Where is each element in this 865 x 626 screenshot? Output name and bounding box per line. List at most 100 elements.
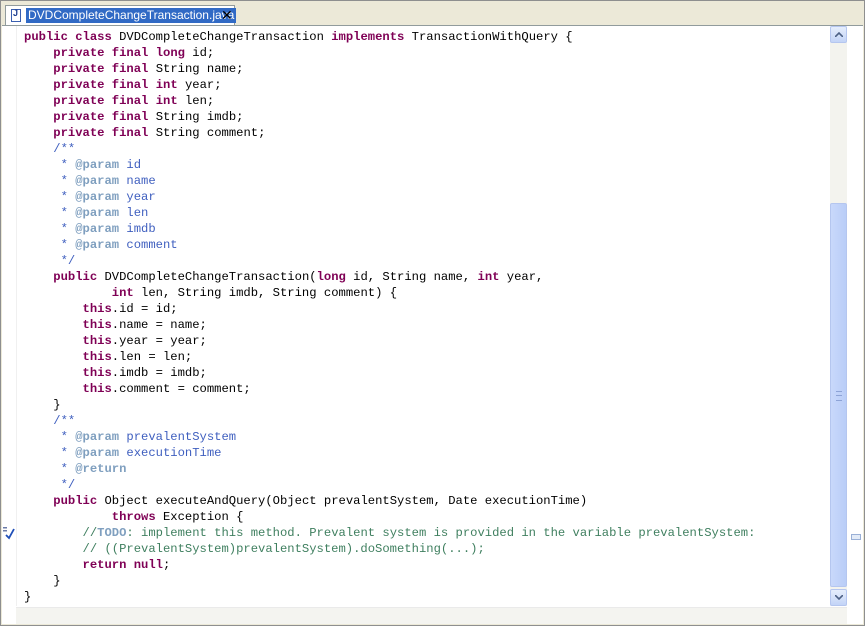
code-token: len, String imdb, String comment) { — [133, 286, 398, 300]
code-line[interactable]: private final long id; — [24, 45, 830, 61]
overview-task-marker[interactable] — [851, 534, 861, 540]
overview-ruler — [847, 26, 863, 606]
code-token: this — [82, 382, 112, 396]
code-line[interactable]: } — [24, 589, 830, 605]
code-line[interactable]: } — [24, 397, 830, 413]
code-token: private — [53, 126, 105, 140]
code-token: DVDCompleteChangeTransaction — [111, 30, 332, 44]
code-line[interactable]: this.comment = comment; — [24, 381, 830, 397]
code-line[interactable]: * @param prevalentSystem — [24, 429, 830, 445]
code-token: TODO — [97, 526, 127, 540]
code-line[interactable]: this.imdb = imdb; — [24, 365, 830, 381]
chevron-up-icon — [835, 32, 843, 37]
code-token: @param — [75, 238, 120, 252]
code-line[interactable]: * @param year — [24, 189, 830, 205]
code-token: long — [155, 46, 185, 60]
code-token: final — [111, 78, 149, 92]
code-token: name — [119, 174, 156, 188]
vertical-scroll-thumb[interactable] — [830, 203, 847, 587]
code-line[interactable]: * @param executionTime — [24, 445, 830, 461]
code-line[interactable]: private final String imdb; — [24, 109, 830, 125]
code-token: // ((PrevalentSystem)prevalentSystem).do… — [24, 542, 485, 556]
code-token: * — [24, 190, 76, 204]
scroll-down-button[interactable] — [830, 589, 847, 606]
horizontal-scrollbar[interactable] — [16, 607, 847, 624]
code-line[interactable]: public DVDCompleteChangeTransaction(long… — [24, 269, 830, 285]
code-token: int — [155, 94, 178, 108]
code-token: final — [111, 46, 149, 60]
code-line[interactable]: this.year = year; — [24, 333, 830, 349]
code-line[interactable]: public Object executeAndQuery(Object pre… — [24, 493, 830, 509]
code-line[interactable]: return null; — [24, 557, 830, 573]
code-line[interactable]: this.id = id; — [24, 301, 830, 317]
code-line[interactable]: */ — [24, 253, 830, 269]
code-token: .id = id; — [111, 302, 178, 316]
code-token: private — [53, 110, 105, 124]
code-token: String name; — [148, 62, 244, 76]
code-line[interactable]: /** — [24, 413, 830, 429]
code-token: final — [111, 126, 149, 140]
code-line[interactable]: // ((PrevalentSystem)prevalentSystem).do… — [24, 541, 830, 557]
code-token: Exception { — [155, 510, 244, 524]
code-token: Object executeAndQuery(Object prevalentS… — [97, 494, 588, 508]
editor-tab-title[interactable]: DVDCompleteChangeTransaction.java — [26, 8, 237, 23]
code-line[interactable]: * @param imdb — [24, 221, 830, 237]
code-line[interactable]: * @param name — [24, 173, 830, 189]
code-line[interactable]: * @param len — [24, 205, 830, 221]
code-line[interactable]: int len, String imdb, String comment) { — [24, 285, 830, 301]
code-token: DVDCompleteChangeTransaction( — [97, 270, 317, 284]
code-token: year, — [499, 270, 544, 284]
code-token: id — [119, 158, 142, 172]
code-token: year — [119, 190, 156, 204]
code-line[interactable]: this.len = len; — [24, 349, 830, 365]
code-line[interactable]: this.name = name; — [24, 317, 830, 333]
code-line[interactable]: private final String comment; — [24, 125, 830, 141]
code-token: public — [53, 270, 98, 284]
code-line[interactable]: * @param id — [24, 157, 830, 173]
code-token: @param — [75, 174, 120, 188]
code-line[interactable]: //TODO: implement this method. Prevalent… — [24, 525, 830, 541]
code-token: * — [24, 158, 76, 172]
code-line[interactable]: private final int len; — [24, 93, 830, 109]
code-editor[interactable]: public class DVDCompleteChangeTransactio… — [2, 26, 863, 624]
code-line[interactable]: } — [24, 573, 830, 589]
code-token: .comment = comment; — [111, 382, 251, 396]
editor-window: DVDCompleteChangeTransaction.java ✕ publ… — [0, 0, 865, 626]
code-line[interactable]: * @param comment — [24, 237, 830, 253]
close-icon[interactable]: ✕ — [221, 7, 233, 23]
vertical-scrollbar[interactable] — [830, 26, 847, 606]
code-token: this — [82, 334, 112, 348]
task-checkmark-icon[interactable] — [3, 526, 15, 540]
code-line[interactable]: private final String name; — [24, 61, 830, 77]
code-token: @param — [75, 446, 120, 460]
code-token: .year = year; — [111, 334, 207, 348]
scroll-grip-icon — [836, 391, 842, 401]
code-line[interactable]: */ — [24, 477, 830, 493]
scroll-up-button[interactable] — [830, 26, 847, 43]
code-text-area[interactable]: public class DVDCompleteChangeTransactio… — [24, 29, 830, 605]
code-token: int — [477, 270, 500, 284]
code-token: private — [53, 46, 105, 60]
code-token: this — [82, 302, 112, 316]
code-line[interactable]: throws Exception { — [24, 509, 830, 525]
code-line[interactable]: private final int year; — [24, 77, 830, 93]
code-line[interactable]: public class DVDCompleteChangeTransactio… — [24, 29, 830, 45]
code-token: : implement this method. Prevalent syste… — [126, 526, 756, 540]
code-line[interactable]: * @return — [24, 461, 830, 477]
editor-tab[interactable]: DVDCompleteChangeTransaction.java ✕ — [5, 5, 237, 25]
code-line[interactable]: /** — [24, 141, 830, 157]
